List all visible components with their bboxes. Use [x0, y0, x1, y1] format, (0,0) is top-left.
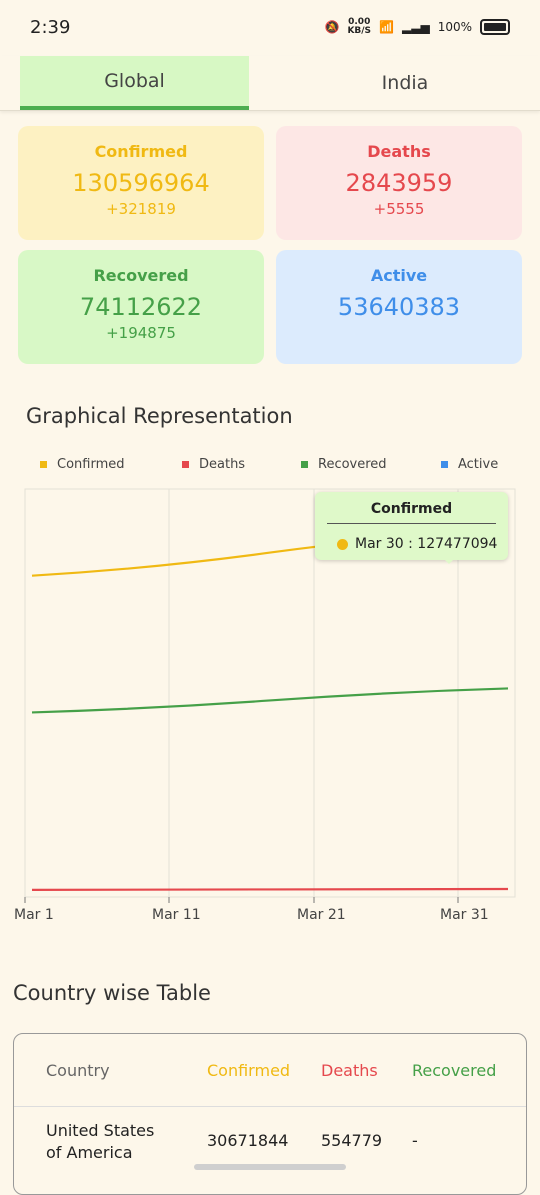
tooltip-divider — [327, 523, 496, 524]
x-tick-mar1: Mar 1 — [14, 907, 54, 923]
signal-icon: ▂▃▅ — [402, 20, 430, 34]
row-deaths: 554779 — [321, 1131, 383, 1150]
chart-series — [31, 528, 509, 891]
active-label: Active — [370, 266, 428, 285]
legend-recovered-label: Recovered — [318, 457, 387, 472]
row-recovered: - — [412, 1131, 418, 1150]
tooltip-dot-icon — [337, 538, 348, 550]
x-tick-mar31: Mar 31 — [440, 907, 489, 923]
recovered-value: 74112622 — [79, 293, 203, 321]
confirmed-value: 130596964 — [72, 169, 210, 197]
recovered-card: Recovered 74112622 +194875 — [18, 250, 264, 364]
active-card: Active 53640383 — [276, 250, 522, 364]
horizontal-scrollbar[interactable] — [194, 1164, 346, 1170]
table-title: Country wise Table — [13, 981, 211, 1005]
legend-active-label: Active — [458, 457, 499, 472]
legend-recovered-swatch — [301, 461, 308, 468]
tooltip-row: Mar 30 : 127477094 — [337, 536, 508, 552]
tooltip-title: Confirmed — [370, 501, 453, 517]
deaths-delta: +5555 — [373, 200, 425, 218]
confirmed-label: Confirmed — [94, 142, 188, 161]
series-line-recovered[interactable] — [31, 687, 509, 714]
tab-global[interactable]: Global — [20, 56, 249, 110]
battery-level: 100% — [437, 20, 472, 34]
legend-deaths-label: Deaths — [199, 457, 246, 472]
legend-active-swatch — [441, 461, 448, 468]
th-deaths[interactable]: Deaths — [321, 1061, 378, 1080]
legend-confirmed-swatch — [40, 461, 47, 468]
graph-title: Graphical Representation — [26, 404, 293, 428]
active-value: 53640383 — [337, 293, 461, 321]
deaths-card: Deaths 2843959 +5555 — [276, 126, 522, 240]
x-tick-mar11: Mar 11 — [152, 907, 201, 923]
chart-tooltip: Confirmed Mar 30 : 127477094 — [315, 492, 508, 564]
table-divider — [14, 1106, 526, 1107]
recovered-label: Recovered — [93, 266, 189, 285]
status-bar: 2:39 🔕 0.00 KB/S 📶 ▂▃▅ 100% — [0, 0, 540, 56]
tab-india[interactable]: India — [270, 56, 540, 110]
x-tick-mar21: Mar 21 — [297, 907, 346, 923]
wifi-icon: 📶 — [379, 20, 394, 34]
th-country[interactable]: Country — [46, 1061, 110, 1080]
country-table: Country Confirmed Deaths Recovered Unite… — [13, 1033, 527, 1195]
th-recovered[interactable]: Recovered — [412, 1061, 496, 1080]
row-country: United States of America — [46, 1121, 155, 1162]
recovered-delta: +194875 — [106, 324, 176, 342]
th-confirmed[interactable]: Confirmed — [207, 1061, 290, 1080]
status-time: 2:39 — [30, 17, 71, 38]
tooltip-arrow — [443, 558, 455, 564]
legend-recovered[interactable]: Recovered — [301, 457, 387, 472]
deaths-value: 2843959 — [345, 169, 453, 197]
deaths-label: Deaths — [367, 142, 431, 161]
legend-deaths[interactable]: Deaths — [182, 457, 245, 472]
legend-confirmed-label: Confirmed — [57, 457, 125, 472]
tooltip-text: Mar 30 : 127477094 — [355, 536, 498, 552]
battery-icon — [480, 19, 510, 35]
series-line-deaths[interactable] — [31, 887, 509, 891]
legend-active[interactable]: Active — [441, 457, 498, 472]
legend-confirmed[interactable]: Confirmed — [40, 457, 125, 472]
confirmed-delta: +321819 — [106, 200, 176, 218]
net-speed: 0.00 KB/S — [347, 17, 372, 36]
confirmed-card: Confirmed 130596964 +321819 — [18, 126, 264, 240]
legend-deaths-swatch — [182, 461, 189, 468]
row-confirmed: 30671844 — [207, 1131, 289, 1150]
status-icons: 🔕 0.00 KB/S 📶 ▂▃▅ 100% — [324, 18, 510, 36]
region-tabs: Global India — [0, 56, 540, 111]
mute-icon: 🔕 — [324, 20, 340, 34]
